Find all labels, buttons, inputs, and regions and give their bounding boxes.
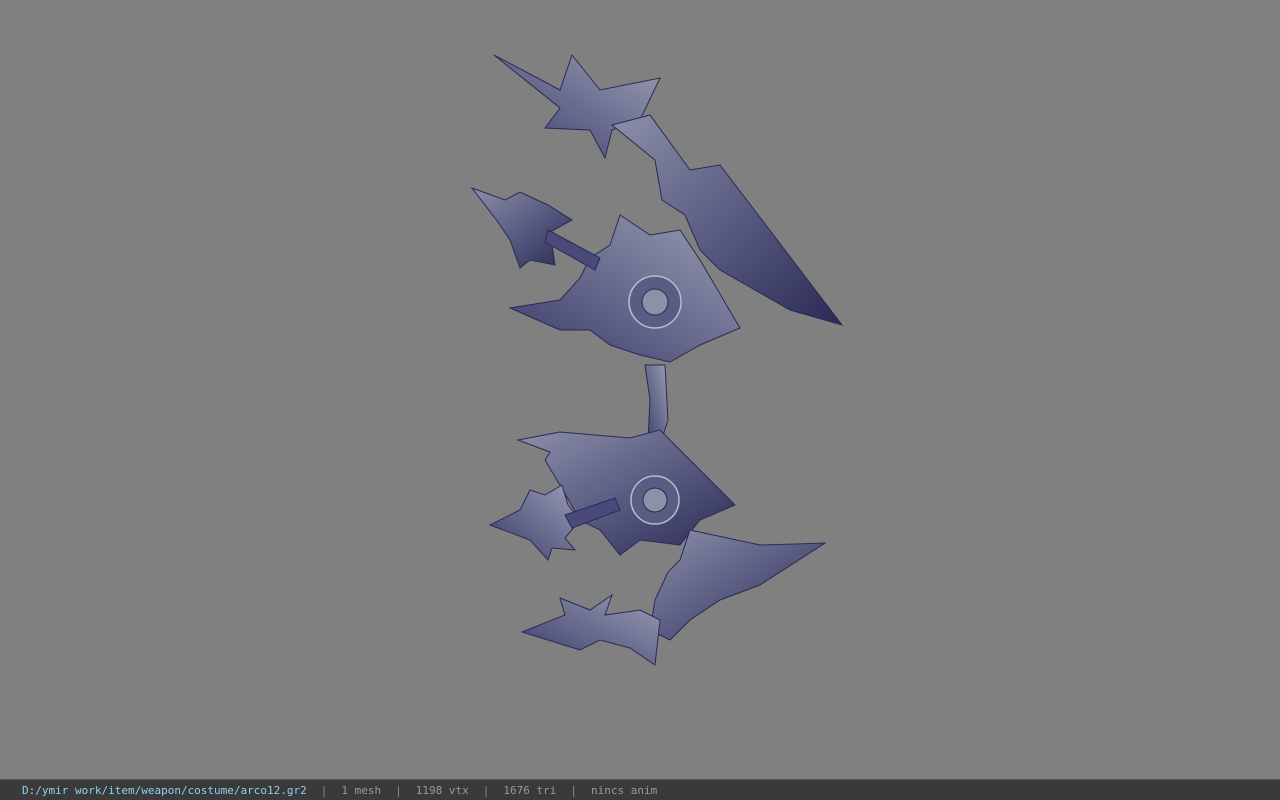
file-path: D:/ymir work/item/weapon/costume/arco12.… [22, 783, 307, 797]
bow-model [470, 53, 844, 666]
status-separator: | [570, 783, 577, 797]
status-bar: D:/ymir work/item/weapon/costume/arco12.… [0, 779, 1280, 800]
status-separator: | [482, 783, 490, 797]
animation-status: nincs anim [591, 783, 658, 797]
mesh-count: 1 mesh [341, 783, 382, 797]
upper-crystal [470, 186, 573, 269]
status-separator: | [395, 783, 402, 797]
status-separator: | [320, 783, 328, 797]
lower-limb-tip [520, 593, 661, 666]
model-viewport[interactable] [0, 0, 1280, 779]
vertex-count: 1198 vtx [415, 783, 469, 797]
triangle-count: 1676 tri [503, 783, 557, 797]
lower-limb [649, 529, 827, 641]
